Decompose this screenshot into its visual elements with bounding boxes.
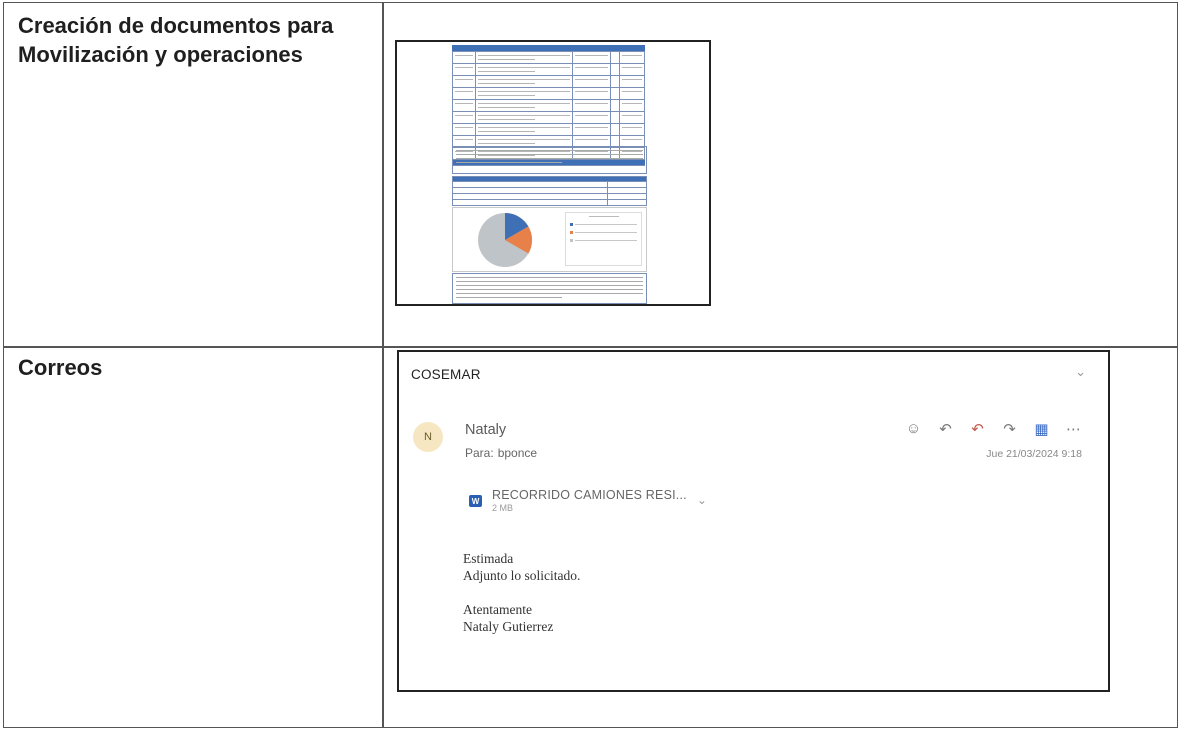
to-value[interactable]: bponce (498, 446, 537, 460)
body-line: Atentamente (463, 602, 532, 617)
attachment-name[interactable]: RECORRIDO CAMIONES RESI... (492, 488, 687, 502)
mini-legend (565, 212, 642, 266)
mini-table-row (452, 112, 645, 124)
row-title-documents: Creación de documentos para Movilización… (18, 13, 334, 67)
mini-summary-table (452, 176, 647, 206)
more-icon[interactable]: ⋯ (1065, 420, 1082, 438)
mini-table-row (452, 76, 645, 88)
word-file-icon: W (469, 495, 482, 507)
emoji-icon[interactable]: ☺ (905, 420, 922, 438)
reply-icon[interactable]: ↶ (937, 420, 954, 438)
mini-table-row (452, 88, 645, 100)
message-actions: ☺ ↶ ↶ ↷ ▦ ⋯ (905, 420, 1082, 438)
attachment[interactable]: W RECORRIDO CAMIONES RESI... 2 MB ⌄ (469, 488, 707, 513)
attachment-size: 2 MB (492, 503, 514, 513)
body-line: Estimada (463, 551, 514, 566)
attachment-info: RECORRIDO CAMIONES RESI... 2 MB (492, 488, 687, 513)
email-date: Jue 21/03/2024 9:18 (986, 448, 1082, 460)
body-line (463, 584, 580, 601)
attachment-menu-icon[interactable]: ⌄ (697, 493, 707, 507)
to-label: Para: (465, 446, 494, 460)
email-subject: COSEMAR (411, 367, 481, 382)
recipient-line: Para: bponce (465, 446, 537, 460)
avatar: N (413, 422, 443, 452)
email-body: Estimada Adjunto lo solicitado. Atentame… (463, 550, 580, 635)
mini-paragraph-bottom (452, 273, 647, 304)
mini-table-row (452, 52, 645, 64)
mini-table-row (452, 64, 645, 76)
chevron-down-icon[interactable]: ⌄ (1075, 364, 1086, 380)
row-title-emails: Correos (18, 355, 103, 380)
mini-paragraph (452, 146, 647, 174)
email-screenshot: COSEMAR ⌄ N Nataly Para: bponce ☺ ↶ ↶ ↷ ▦… (397, 350, 1110, 692)
reply-all-icon[interactable]: ↶ (969, 420, 986, 438)
mini-pie-chart (452, 207, 647, 272)
row-divider (4, 346, 1177, 348)
column-divider (382, 3, 384, 727)
mini-table-row (452, 100, 645, 112)
body-line: Adjunto lo solicitado. (463, 568, 581, 583)
sender-name[interactable]: Nataly (465, 422, 506, 438)
body-line: Nataly Gutierrez (463, 619, 554, 634)
apps-icon[interactable]: ▦ (1033, 420, 1050, 438)
forward-icon[interactable]: ↷ (1001, 420, 1018, 438)
pie-chart-graphic (478, 213, 533, 267)
document-screenshot (395, 40, 711, 306)
mini-table-row (452, 124, 645, 136)
mini-table-header (452, 45, 645, 52)
